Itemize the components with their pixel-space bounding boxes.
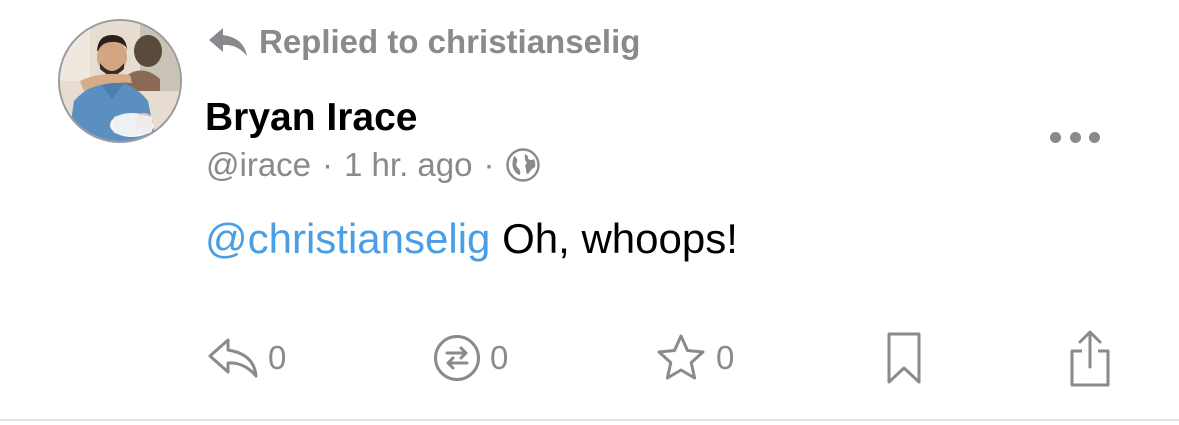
- reply-button[interactable]: 0: [206, 326, 286, 390]
- share-button[interactable]: [1066, 326, 1114, 390]
- share-icon: [1070, 330, 1110, 387]
- action-bar: 0 0 0: [0, 326, 1179, 390]
- globe-icon: [505, 147, 541, 183]
- meta-separator: ·: [322, 146, 334, 183]
- boost-icon: [434, 335, 480, 381]
- more-options-button[interactable]: [1050, 124, 1100, 150]
- avatar[interactable]: [58, 19, 182, 143]
- boost-count: 0: [490, 339, 509, 376]
- favorite-count: 0: [716, 339, 735, 376]
- mention-link[interactable]: @christianselig: [205, 215, 490, 262]
- post-meta: @irace · 1 hr. ago ·: [206, 143, 541, 187]
- star-icon: [657, 334, 705, 380]
- more-dot: [1050, 131, 1061, 143]
- post-text: Oh, whoops!: [490, 215, 738, 262]
- bookmark-button[interactable]: [884, 326, 924, 390]
- author-display-name[interactable]: Bryan Irace: [205, 96, 417, 140]
- author-handle[interactable]: @irace: [206, 146, 311, 184]
- reply-icon: [208, 338, 258, 378]
- bookmark-icon: [887, 332, 921, 384]
- reply-count: 0: [268, 339, 287, 376]
- post-content: @christianselig Oh, whoops!: [205, 215, 738, 263]
- post-card[interactable]: Replied to christianselig Bryan Irace @i…: [0, 0, 1179, 421]
- favorite-button[interactable]: 0: [654, 326, 734, 390]
- avatar-photo: [60, 21, 180, 141]
- more-dot: [1089, 131, 1100, 143]
- reply-arrow-icon: [207, 26, 249, 58]
- replied-to-label[interactable]: Replied to christianselig: [207, 22, 640, 62]
- replied-to-text: Replied to christianselig: [259, 23, 641, 60]
- meta-separator: ·: [483, 146, 495, 183]
- more-dot: [1069, 131, 1081, 143]
- post-timestamp: 1 hr. ago: [344, 146, 473, 183]
- boost-button[interactable]: 0: [432, 326, 508, 390]
